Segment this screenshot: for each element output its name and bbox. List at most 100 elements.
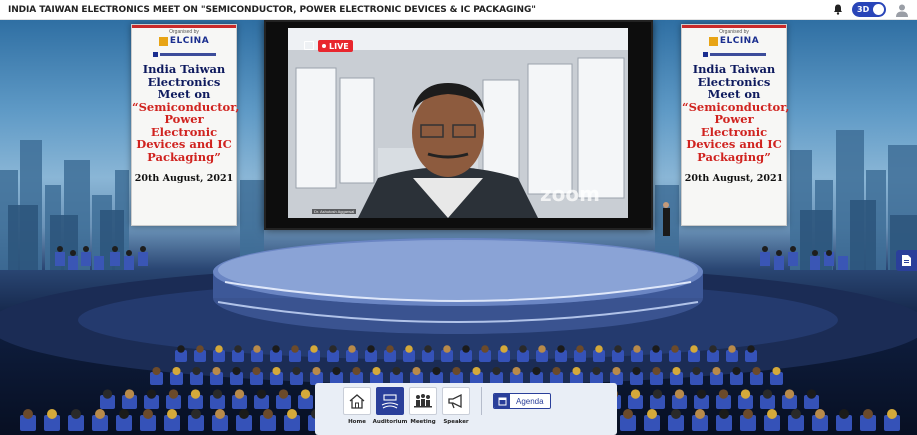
audience-member [719,409,729,419]
audience-member [647,409,657,419]
document-button[interactable] [896,250,917,271]
audience-member [592,366,601,376]
audience-member [863,409,873,419]
nav-meeting[interactable]: Meeting [409,387,437,425]
audience-member [152,366,161,376]
audience-member [119,409,129,419]
audience-member [443,345,451,353]
audience-member [674,389,685,399]
audience-member [312,366,321,376]
audience-member [672,366,681,376]
audience-member [595,345,603,353]
audience-member [424,345,432,353]
audience-member [772,366,781,376]
audience-member [256,389,267,399]
audience-member [172,366,181,376]
audience-member [352,366,361,376]
audience-member [124,389,135,399]
top-bar: INDIA TAIWAN ELECTRONICS MEET ON "SEMICO… [0,0,917,20]
organised-by-label: Organised by [719,29,749,35]
audience-member [192,366,201,376]
audience-member [791,409,801,419]
audience-member [234,345,242,353]
audience-member [462,345,470,353]
audience-member [300,389,311,399]
audience-member [177,345,185,353]
audience-member [887,409,897,419]
event-title: INDIA TAIWAN ELECTRONICS MEET ON "SEMICO… [8,4,536,15]
audience-member [212,366,221,376]
audience-member [432,366,441,376]
audience-member [747,345,755,353]
nav-divider [481,387,482,415]
audience-member [709,345,717,353]
live-dot-icon [322,44,326,48]
nav-speaker[interactable]: Speaker [442,387,470,425]
audience-member [718,389,729,399]
audience-member [146,389,157,399]
audience-member [102,389,113,399]
left-banner: Organised by ELCINA India Taiwan Electro… [131,24,239,226]
video-screen[interactable]: LIVE Dr. Ashutosh Aggarwal zoom [264,20,653,230]
home-icon [343,387,371,415]
audience-member [652,366,661,376]
document-icon [902,255,911,266]
audience-member [372,366,381,376]
audience-member [762,389,773,399]
speaker-name-tag: Dr. Ashutosh Aggarwal [312,209,357,214]
audience-member [191,409,201,419]
3d-toggle[interactable]: 3D [852,2,886,17]
audience-member [452,366,461,376]
nav-auditorium-label: Auditorium [372,419,408,425]
audience-member [472,366,481,376]
agenda-button[interactable]: Agenda [493,393,551,409]
auditorium-icon [376,387,404,415]
user-icon[interactable] [895,3,909,17]
nav-auditorium[interactable]: Auditorium [373,387,407,425]
audience-member [623,409,633,419]
zoom-watermark: zoom [540,182,600,206]
audience-member [614,345,622,353]
banner-date: 20th August, 2021 [134,173,234,184]
audience-member [292,366,301,376]
right-banner: Organised by ELCINA India Taiwan Electro… [681,24,789,226]
megaphone-icon [442,387,470,415]
live-badge: LIVE [318,40,353,52]
audience-member [576,345,584,353]
audience-member [196,345,204,353]
audience-member [71,409,81,419]
audience-member [695,409,705,419]
audience-member [538,345,546,353]
nav-speaker-label: Speaker [443,419,469,425]
audience-member [215,345,223,353]
bell-icon[interactable] [833,4,843,15]
audience-member [728,345,736,353]
3d-toggle-label: 3D [857,5,870,14]
audience-member [652,345,660,353]
audience-member [512,366,521,376]
audience-member [23,409,33,419]
audience-member [815,409,825,419]
meeting-icon [409,387,437,415]
audience-member [671,345,679,353]
audience-member [310,345,318,353]
live-label: LIVE [329,41,349,51]
audience-member [348,345,356,353]
audience-member [630,389,641,399]
audience-member [239,409,249,419]
live-video-feed[interactable]: LIVE Dr. Ashutosh Aggarwal zoom [288,28,628,218]
audience-member [329,345,337,353]
audience-member [740,389,751,399]
audience-member [839,409,849,419]
nav-home[interactable]: Home [343,387,371,425]
audience-member [732,366,741,376]
banner-heading: India Taiwan Electronics Meet on [692,62,776,101]
logo-text: ELCINA [169,36,210,46]
audience-member [752,366,761,376]
audience-member [481,345,489,353]
audience-member [696,389,707,399]
partner-logo [148,51,220,57]
cast-icon[interactable] [304,41,314,50]
audience-member [168,389,179,399]
audience-member [690,345,698,353]
